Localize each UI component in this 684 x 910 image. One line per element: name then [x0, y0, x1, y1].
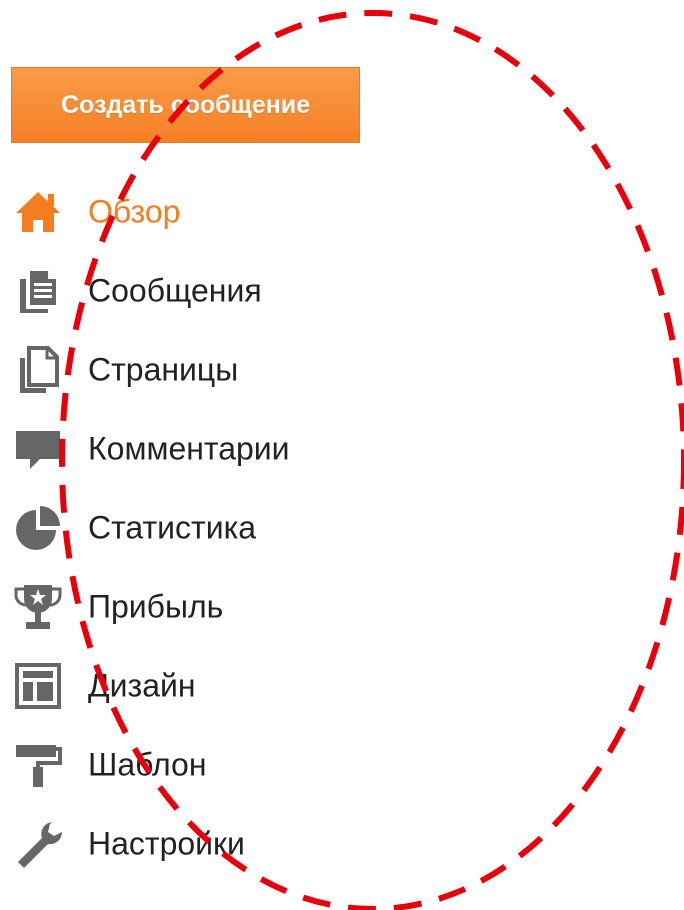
sidebar-item-settings[interactable]: Настройки — [0, 804, 420, 883]
pages-icon — [12, 344, 64, 396]
home-icon — [12, 186, 64, 238]
sidebar-item-label: Сообщения — [88, 272, 262, 308]
sidebar-item-posts[interactable]: Сообщения — [0, 251, 420, 330]
sidebar-nav: Обзор Сообщения Страницы Комментарии Ста… — [0, 172, 420, 883]
sidebar-item-comments[interactable]: Комментарии — [0, 409, 420, 488]
sidebar-item-label: Дизайн — [88, 667, 196, 703]
sidebar-item-label: Статистика — [88, 509, 257, 545]
sidebar-item-label: Обзор — [88, 193, 181, 229]
wrench-icon — [12, 818, 64, 870]
layout-icon — [12, 660, 64, 712]
paint-roller-icon — [12, 739, 64, 791]
sidebar-item-label: Комментарии — [88, 430, 290, 466]
sidebar-item-overview[interactable]: Обзор — [0, 172, 420, 251]
posts-icon — [12, 265, 64, 317]
pie-chart-icon — [12, 502, 64, 554]
sidebar-item-label: Шаблон — [88, 746, 207, 782]
sidebar-item-earnings[interactable]: Прибыль — [0, 567, 420, 646]
sidebar-item-label: Настройки — [88, 825, 245, 861]
trophy-icon — [12, 581, 64, 633]
sidebar-item-label: Прибыль — [88, 588, 224, 624]
sidebar-item-stats[interactable]: Статистика — [0, 488, 420, 567]
sidebar-item-template[interactable]: Шаблон — [0, 725, 420, 804]
sidebar-item-label: Страницы — [88, 351, 239, 387]
sidebar-item-layout[interactable]: Дизайн — [0, 646, 420, 725]
create-post-button[interactable]: Создать сообщение — [11, 67, 360, 143]
comment-icon — [12, 423, 64, 475]
sidebar-item-pages[interactable]: Страницы — [0, 330, 420, 409]
